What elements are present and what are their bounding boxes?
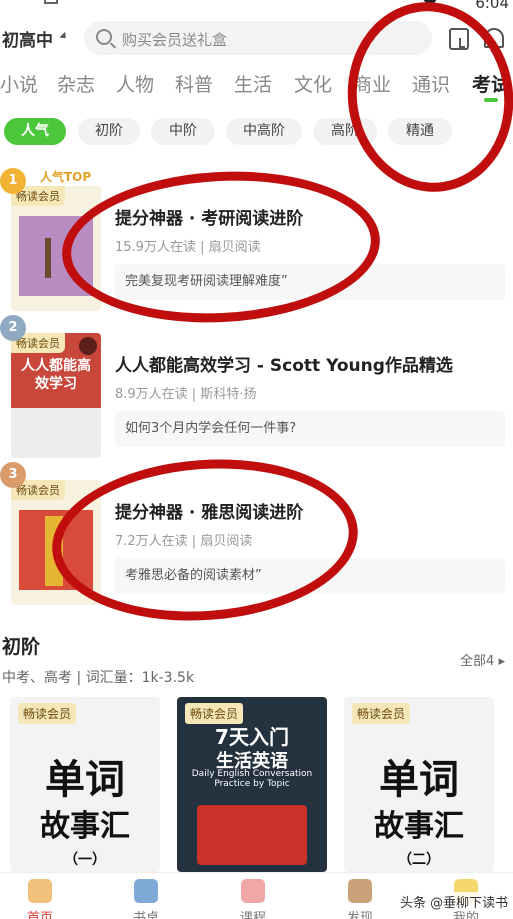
book-meta: 8.9万人在读 | 斯科特·扬 — [115, 387, 257, 402]
book-cover-line2: 故事汇 — [374, 809, 464, 844]
chevron-down-icon[interactable] — [59, 31, 69, 42]
nav-discover[interactable]: 发现 — [320, 873, 400, 919]
tab-novel[interactable]: 小说 — [0, 70, 38, 97]
nav-label: 发现 — [346, 911, 373, 919]
tree-illustration — [45, 238, 51, 278]
nav-courses[interactable]: 课程 — [213, 873, 293, 919]
book-card[interactable]: 畅读会员 7天入门 生活英语 Daily English Conversatio… — [177, 697, 327, 872]
level-chip-beginner[interactable]: 初阶 — [78, 118, 140, 145]
see-all-label: 全部4 — [460, 654, 495, 669]
nav-home[interactable]: 首页 — [0, 873, 80, 919]
headphone-icon — [79, 337, 97, 355]
book-card[interactable]: 畅读会员 单词 故事汇 （二） — [344, 697, 494, 872]
nav-label: 课程 — [239, 911, 266, 919]
notification-icon — [44, 0, 58, 4]
rank-badge: 3 — [0, 462, 26, 488]
tab-life[interactable]: 生活 — [234, 70, 272, 97]
ranking-item[interactable]: 2 畅读会员 人人都能高效学习 人人都能高效学习 - Scott Young作品… — [0, 315, 513, 458]
cover-title: 人人都能高效学习 — [21, 358, 91, 392]
book-cover-line3: （二） — [398, 852, 440, 868]
section-title: 初阶 — [2, 636, 41, 658]
search-placeholder: 购买会员送礼盒 — [122, 31, 228, 49]
cover-art-bottom — [11, 408, 101, 458]
book-cover-line2: 故事汇 — [40, 809, 130, 844]
search-icon — [96, 29, 112, 45]
tab-people[interactable]: 人物 — [116, 70, 154, 97]
status-time: 6:04 — [475, 0, 509, 12]
app-screen: 6:04 初高中 购买会员送礼盒 小说 杂志 人物 科普 生活 文化 商业 通识… — [0, 0, 513, 919]
book-cover-line3: （一） — [64, 852, 106, 868]
nav-label: 首页 — [26, 911, 53, 919]
rank-badge: 1 — [0, 168, 26, 194]
tab-magazine[interactable]: 杂志 — [57, 70, 95, 97]
home-icon — [28, 879, 52, 903]
book-card[interactable]: 畅读会员 单词 故事汇 （一） — [10, 697, 160, 872]
level-chip-upper-intermediate[interactable]: 中高阶 — [226, 118, 302, 145]
watermark: 头条 @垂柳下读书 — [396, 892, 513, 911]
book-cover-line1: 单词 — [379, 757, 459, 803]
bus-illustration — [197, 805, 307, 865]
book-cover-line1: 单词 — [45, 757, 125, 803]
book-cover-line1: 7天入门 — [215, 725, 289, 749]
tab-science[interactable]: 科普 — [175, 70, 213, 97]
nav-bookshelf[interactable]: 书桌 — [106, 873, 186, 919]
level-chip-intermediate[interactable]: 中阶 — [151, 118, 215, 145]
book-title[interactable]: 人人都能高效学习 - Scott Young作品精选 — [115, 351, 453, 376]
section-subtitle: 中考、高考 | 词汇量：1k-3.5k — [2, 670, 195, 686]
book-quote: 如何3个月内学会任何一件事? — [115, 411, 505, 447]
grade-selector[interactable]: 初高中 — [2, 26, 53, 51]
book-shelf: 畅读会员 单词 故事汇 （一） 畅读会员 7天入门 生活英语 Daily Eng… — [0, 697, 513, 872]
book-cover[interactable]: 畅读会员 人人都能高效学习 — [11, 333, 101, 458]
book-cover-line3: Daily English Conversation Practice by T… — [191, 769, 313, 789]
courses-icon — [241, 879, 265, 903]
bookshelf-icon — [134, 879, 158, 903]
discover-icon — [348, 879, 372, 903]
see-all-link[interactable]: 全部4 ▸ — [460, 650, 505, 669]
level-chip-popular[interactable]: 人气 — [4, 118, 66, 145]
rank-badge: 2 — [0, 315, 26, 341]
nav-label: 书桌 — [132, 911, 159, 919]
tab-culture[interactable]: 文化 — [294, 70, 332, 97]
member-tag: 畅读会员 — [18, 703, 77, 724]
member-tag: 畅读会员 — [352, 703, 411, 724]
top-label: 人气TOP — [40, 170, 92, 184]
